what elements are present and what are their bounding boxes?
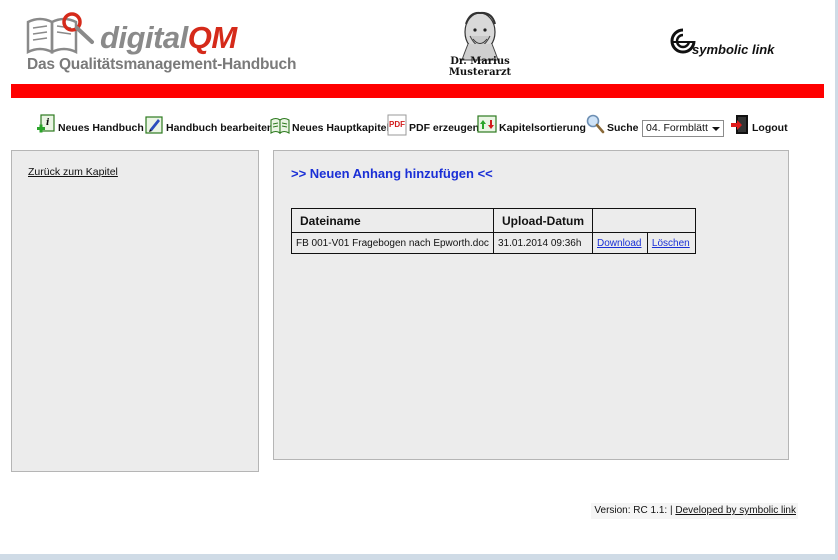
delete-cell: Löschen [646,232,697,254]
logo-wordmark: digitalQM [100,20,237,55]
attachment-filename: FB 001-V01 Fragebogen nach Epworth.doc [291,232,494,254]
chapter-select[interactable]: 04. Formblätt [642,120,724,137]
doctor-logo: Dr. Marius Musterarzt [440,10,520,80]
column-header-filename: Dateiname [291,208,494,233]
developer-link[interactable]: Developed by symbolic link [675,505,796,516]
logout-door-icon [730,114,750,136]
column-header-upload-date: Upload-Datum [493,208,593,233]
delete-link[interactable]: Löschen [652,238,690,249]
left-sidebar: Zurück zum Kapitel [11,150,259,472]
edit-handbook-label: Handbuch bearbeiten [166,122,274,134]
logout-button[interactable]: Logout [730,110,788,136]
book-magnifier-logo-icon [26,12,94,55]
main-content-panel: >> Neuen Anhang hinzufügen << Dateiname … [273,150,789,460]
partner-name: symbolic link [692,42,775,57]
create-pdf-button[interactable]: PDF PDF erzeugen [387,110,479,136]
header-red-bar [11,84,824,98]
new-main-chapter-button[interactable]: Neues Hauptkapitel [270,110,389,136]
logout-label: Logout [752,122,788,134]
new-chapter-icon [270,114,290,136]
doctor-name: Dr. Marius Musterarzt [440,56,520,78]
page-footer: Version: RC 1.1: | Developed by symbolic… [591,503,798,519]
search-label: Suche [607,122,639,134]
create-pdf-label: PDF erzeugen [409,122,480,134]
magnifier-icon [585,114,605,136]
version-text: Version: RC 1.1: | [594,505,673,516]
back-to-chapter-link[interactable]: Zurück zum Kapitel [28,166,118,178]
add-attachment-link[interactable]: >> Neuen Anhang hinzufügen << [291,166,493,181]
chapter-select-value: 04. Formblätt [646,122,708,134]
new-main-chapter-label: Neues Hauptkapitel [292,122,390,134]
table-row: FB 001-V01 Fragebogen nach Epworth.doc 3… [291,232,697,254]
download-link[interactable]: Download [597,238,641,249]
new-handbook-button[interactable]: i Neues Handbuch [36,110,144,136]
new-document-plus-icon: i [36,114,56,136]
svg-text:PDF: PDF [389,120,405,129]
digitalqm-logo[interactable]: digitalQM Das Qualitätsmanagement-Handbu… [26,8,296,78]
sort-arrows-icon [477,114,497,136]
attachments-table: Dateiname Upload-Datum FB 001-V01 Frageb… [291,208,697,254]
edit-book-icon [144,114,164,136]
logo-subtitle: Das Qualitätsmanagement-Handbuch [27,56,297,73]
download-cell: Download [592,232,648,254]
column-header-actions [592,208,696,233]
edit-handbook-button[interactable]: Handbuch bearbeiten [144,110,273,136]
svg-text:i: i [46,118,50,128]
table-header-row: Dateiname Upload-Datum [291,208,696,233]
window-frame-bottom [0,554,838,560]
pdf-icon: PDF [387,114,407,136]
new-handbook-label: Neues Handbuch [58,122,144,134]
page-header: digitalQM Das Qualitätsmanagement-Handbu… [0,0,835,84]
search-button[interactable]: Suche [585,110,639,136]
chapter-sorting-label: Kapitelsortierung [499,122,586,134]
symbolic-link-logo[interactable]: symbolic link [668,24,788,64]
toolbar: i Neues Handbuch Handbuch bearbeiten Neu… [36,110,816,137]
doctor-title: Dr. Marius [450,56,510,67]
attachment-upload-date: 31.01.2014 09:36h [493,232,593,254]
doctor-surname: Musterarzt [448,67,512,78]
chapter-sorting-button[interactable]: Kapitelsortierung [477,110,586,136]
chevron-down-icon [712,127,720,131]
